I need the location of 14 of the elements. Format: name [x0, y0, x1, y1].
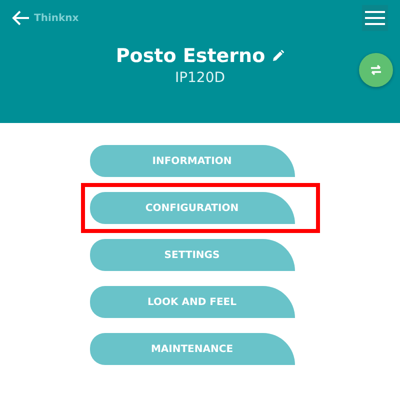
menu-button[interactable]: LOOK AND FEEL [90, 286, 294, 318]
menu-icon [365, 10, 385, 26]
back-arrow-icon [12, 10, 30, 26]
menu-button[interactable]: SETTINGS [90, 239, 294, 271]
swap-button[interactable] [359, 53, 393, 87]
swap-icon [370, 64, 382, 76]
back-button[interactable]: Thinknx [12, 10, 79, 26]
device-title: Posto Esterno [116, 45, 266, 67]
menu-button[interactable] [362, 5, 388, 31]
device-model: IP120D [174, 70, 226, 86]
edit-icon[interactable] [272, 50, 284, 62]
menu-button[interactable]: MAINTENANCE [90, 333, 294, 365]
menu-button[interactable]: INFORMATION [90, 145, 294, 177]
menu-button[interactable]: CONFIGURATION [90, 192, 294, 224]
